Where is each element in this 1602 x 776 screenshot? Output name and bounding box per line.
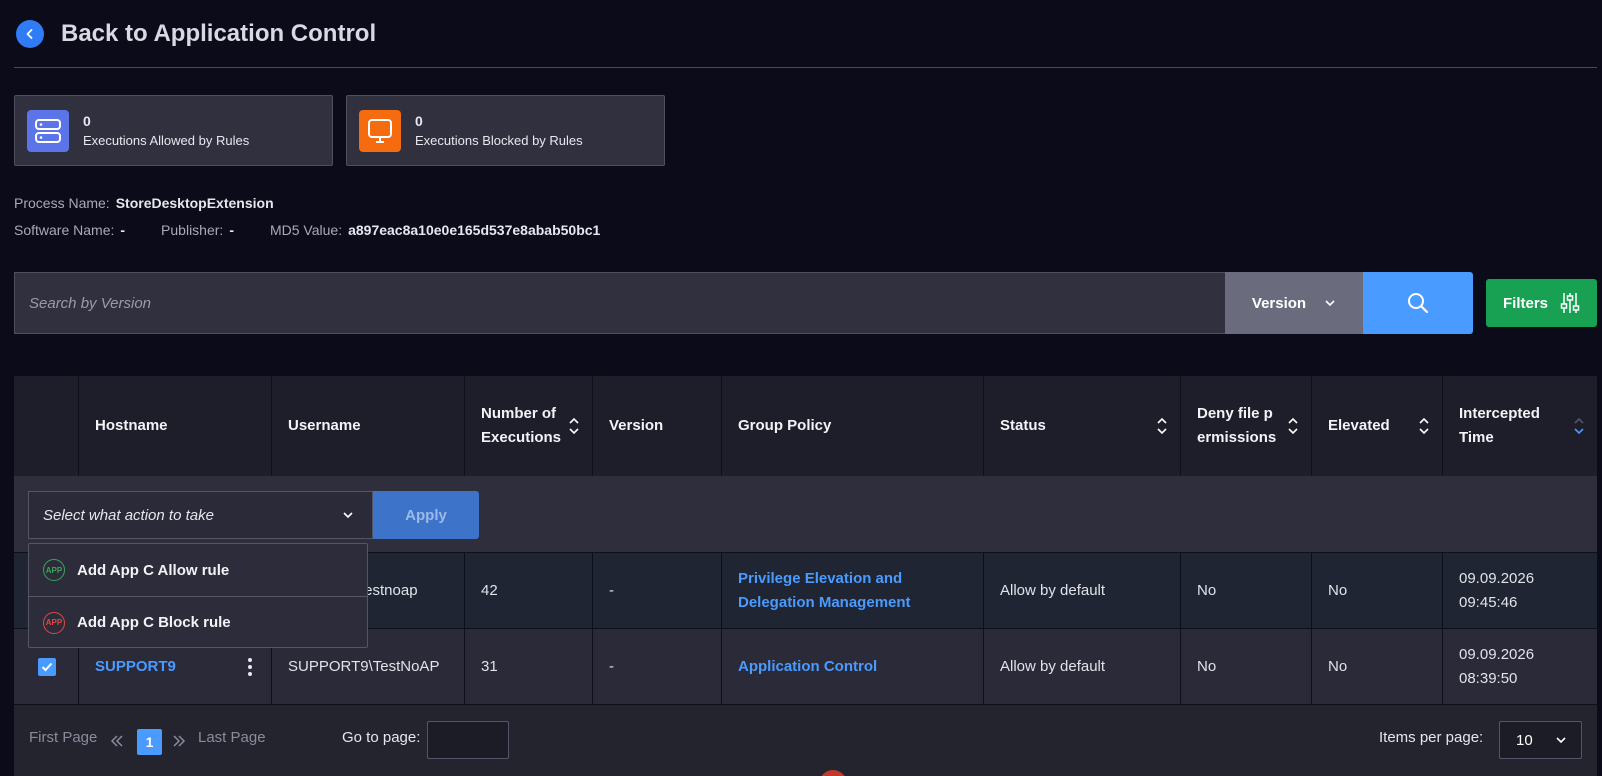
deny-cell: No (1181, 629, 1312, 704)
group-policy-cell[interactable]: Privilege Elevation and Delegation Manag… (722, 553, 984, 628)
blocked-count: 0 (415, 113, 423, 129)
app-block-icon: APP (43, 611, 65, 634)
sliders-icon (1560, 293, 1580, 313)
status-cell: Allow by default (984, 629, 1181, 704)
time-cell: 09.09.2026 08:39:50 (1459, 645, 1535, 687)
allowed-label: Executions Allowed by Rules (83, 133, 250, 148)
allowed-count: 0 (83, 113, 91, 129)
sort-icon[interactable] (1416, 416, 1432, 436)
goto-page-input[interactable] (427, 721, 509, 759)
executions-cell: 42 (465, 553, 593, 628)
chevron-down-icon (1556, 737, 1566, 744)
search-field-select[interactable]: Version (1225, 272, 1363, 334)
col-group-policy: Group Policy (722, 376, 984, 476)
allowed-executions-card: 0 Executions Allowed by Rules (14, 95, 333, 166)
group-policy-link[interactable]: Application Control (738, 655, 877, 679)
add-allow-rule-label: Add App C Allow rule (77, 561, 230, 579)
add-block-rule-option[interactable]: APP Add App C Block rule (29, 596, 367, 648)
software-info: Software Name: - Publisher: - MD5 Value:… (14, 222, 600, 238)
page-title[interactable]: Back to Application Control (61, 20, 376, 48)
time-cell: 09.09.2026 09:45:46 (1459, 569, 1535, 611)
hostname-link[interactable]: SUPPORT9 (95, 655, 176, 679)
executions-cell: 31 (465, 629, 593, 704)
blocked-executions-card: 0 Executions Blocked by Rules (346, 95, 665, 166)
apply-button[interactable]: Apply (373, 491, 479, 539)
col-username: Username (272, 376, 465, 476)
md5-value: a897eac8a10e0e165d537e8abab50bc1 (348, 222, 601, 238)
pagination: First Page 1 Last Page Go to page: Items… (14, 706, 1597, 776)
action-select[interactable]: Select what action to take (28, 491, 373, 539)
search-icon (1408, 293, 1429, 314)
server-icon (27, 109, 69, 152)
row-checkbox[interactable] (38, 657, 56, 676)
software-name-label: Software Name: (14, 222, 115, 238)
header-bar: Back to Application Control (14, 0, 1597, 68)
elevated-cell: No (1312, 553, 1443, 628)
col-executions[interactable]: Number of Executions (465, 376, 593, 476)
version-cell: - (593, 629, 722, 704)
col-version: Version (593, 376, 722, 476)
col-elevated[interactable]: Elevated (1312, 376, 1443, 476)
goto-label: Go to page: (342, 729, 421, 746)
col-intercepted-time[interactable]: Intercepted Time (1443, 376, 1597, 476)
status-cell: Allow by default (984, 553, 1181, 628)
sort-desc-icon[interactable] (1571, 416, 1587, 436)
publisher-value: - (229, 222, 234, 238)
chevron-down-icon (343, 512, 353, 519)
group-policy-cell[interactable]: Application Control (722, 629, 984, 704)
deny-cell: No (1181, 553, 1312, 628)
items-per-page-value: 10 (1516, 731, 1533, 749)
first-page-link[interactable]: First Page (29, 729, 97, 746)
items-per-page-select[interactable]: 10 (1499, 721, 1582, 759)
software-name-value: - (120, 222, 126, 238)
table-header: Hostname Username Number of Executions V… (14, 376, 1597, 476)
search-button[interactable] (1363, 272, 1473, 334)
col-select (14, 376, 79, 476)
items-per-page-label: Items per page: (1379, 729, 1484, 746)
page-number-current[interactable]: 1 (137, 729, 162, 755)
add-allow-rule-option[interactable]: APP Add App C Allow rule (29, 544, 367, 596)
filters-label: Filters (1502, 294, 1548, 312)
md5-label: MD5 Value: (269, 222, 343, 238)
back-button[interactable] (16, 19, 44, 48)
group-policy-link[interactable]: Privilege Elevation and Delegation Manag… (738, 567, 973, 615)
chevrons-right-icon[interactable] (172, 734, 186, 748)
col-hostname: Hostname (79, 376, 272, 476)
chevron-down-icon (1325, 300, 1335, 307)
search-bar: Version (14, 272, 1473, 334)
search-input[interactable] (14, 272, 1225, 334)
sort-icon[interactable] (1154, 416, 1170, 436)
sort-icon[interactable] (566, 416, 582, 436)
action-select-placeholder: Select what action to take (43, 506, 214, 524)
filters-button[interactable]: Filters (1486, 279, 1597, 327)
action-dropdown-menu: APP Add App C Allow rule APP Add App C B… (28, 543, 368, 648)
search-field-label: Version (1251, 294, 1307, 312)
col-status[interactable]: Status (984, 376, 1181, 476)
elevated-cell: No (1312, 629, 1443, 704)
app-allow-icon: APP (43, 559, 65, 581)
last-page-link[interactable]: Last Page (198, 729, 266, 746)
publisher-label: Publisher: (161, 222, 224, 238)
process-name-value: StoreDesktopExtension (115, 195, 274, 211)
chevron-left-icon (26, 28, 33, 39)
process-name-label: Process Name: (14, 195, 110, 211)
more-vertical-icon[interactable] (247, 657, 253, 677)
monitor-icon (359, 109, 401, 152)
col-deny-permissions[interactable]: Deny file permissions (1181, 376, 1312, 476)
bulk-action-row: Select what action to take Apply (14, 476, 1597, 553)
version-cell: - (593, 553, 722, 628)
checkmark-icon (41, 662, 53, 671)
add-block-rule-label: Add App C Block rule (77, 614, 231, 631)
blocked-label: Executions Blocked by Rules (415, 133, 583, 148)
sort-icon[interactable] (1285, 416, 1301, 436)
process-info: Process Name: StoreDesktopExtension (14, 195, 274, 211)
chevrons-left-icon[interactable] (110, 734, 124, 748)
